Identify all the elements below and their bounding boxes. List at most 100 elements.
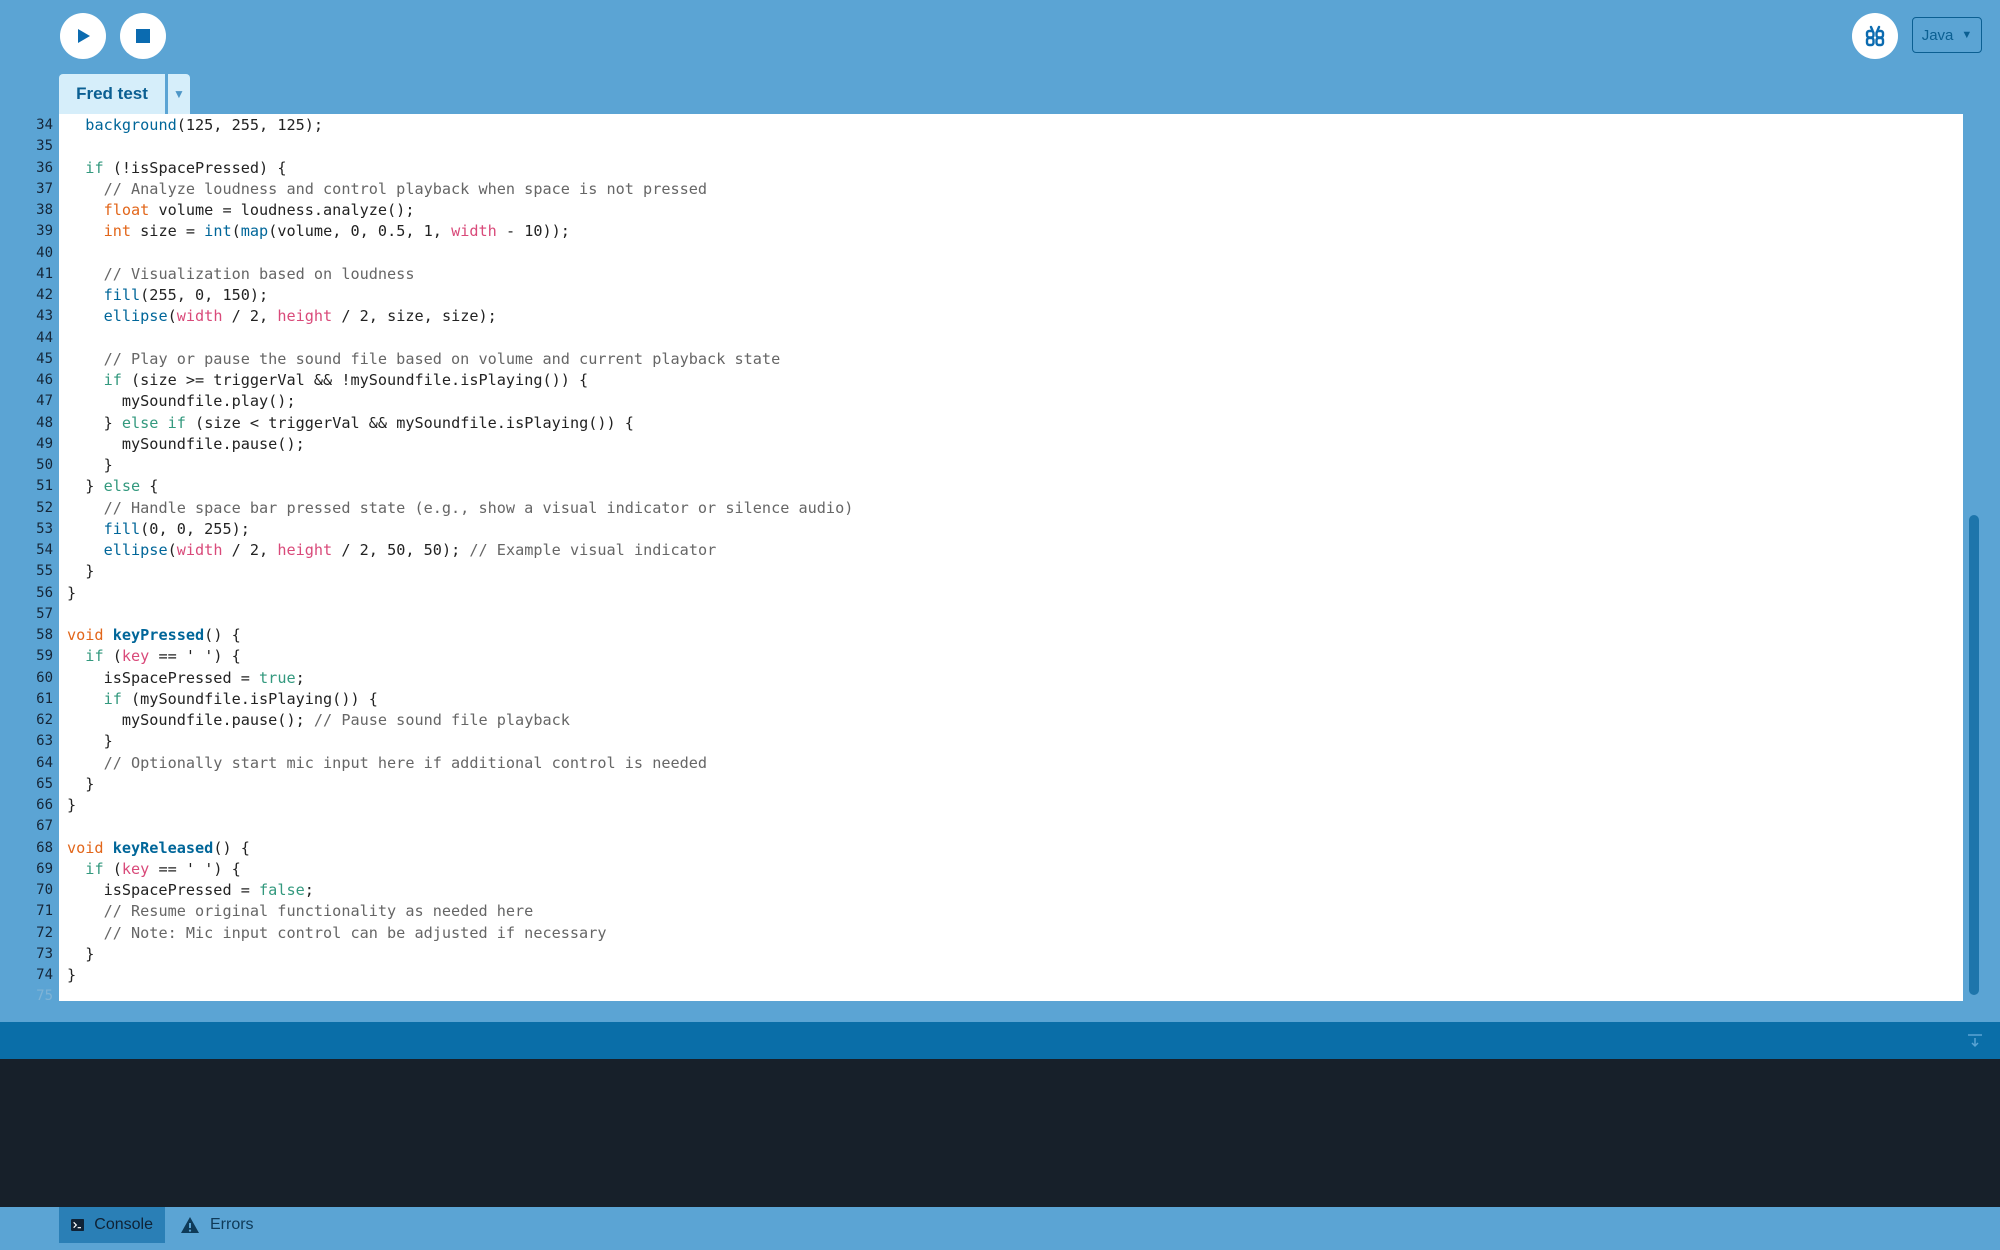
play-icon xyxy=(78,29,90,43)
line-number: 40 xyxy=(36,244,53,261)
code-line[interactable]: } xyxy=(67,774,94,795)
code-line[interactable]: } xyxy=(67,944,94,965)
code-line[interactable]: // Note: Mic input control can be adjust… xyxy=(67,923,607,944)
line-number: 53 xyxy=(36,520,53,537)
stop-button[interactable] xyxy=(120,13,166,59)
warning-icon xyxy=(181,1217,199,1233)
editor-scrollbar-thumb[interactable] xyxy=(1969,515,1979,995)
terminal-icon xyxy=(71,1219,85,1231)
line-number: 47 xyxy=(36,393,53,410)
code-line[interactable]: float volume = loudness.analyze(); xyxy=(67,200,415,221)
code-line[interactable]: ellipse(width / 2, height / 2, size, siz… xyxy=(67,306,497,327)
code-line[interactable]: isSpacePressed = false; xyxy=(67,880,314,901)
line-number: 59 xyxy=(36,648,53,665)
line-number: 67 xyxy=(36,818,53,835)
code-line[interactable]: fill(0, 0, 255); xyxy=(67,519,250,540)
toolbar: Java ▼ xyxy=(0,0,2000,72)
code-line[interactable]: background(125, 255, 125); xyxy=(67,115,323,136)
line-number: 50 xyxy=(36,457,53,473)
debug-button[interactable] xyxy=(1852,13,1898,59)
code-line[interactable]: if (key == ' ') { xyxy=(67,859,240,880)
code-line[interactable]: } xyxy=(67,455,113,476)
line-number: 70 xyxy=(36,882,53,898)
line-number: 72 xyxy=(36,924,53,941)
code-line[interactable]: isSpacePressed = true; xyxy=(67,668,305,689)
line-number: 36 xyxy=(36,159,53,176)
line-number: 54 xyxy=(36,542,53,558)
code-line[interactable]: void keyReleased() { xyxy=(67,838,250,859)
tab-errors-label: Errors xyxy=(210,1216,254,1233)
line-number: 45 xyxy=(36,350,53,367)
tab-label: Fred test xyxy=(76,84,148,103)
line-number: 65 xyxy=(36,775,53,792)
code-line[interactable]: // Resume original functionality as need… xyxy=(67,901,534,922)
bottom-bar xyxy=(0,1207,2000,1250)
line-number: 48 xyxy=(36,414,53,431)
chevron-down-icon: ▼ xyxy=(1961,29,1973,41)
line-number: 58 xyxy=(36,627,53,643)
line-number: 34 xyxy=(36,117,53,133)
line-number: 51 xyxy=(36,478,53,495)
line-number: 52 xyxy=(36,499,53,516)
run-button[interactable] xyxy=(60,13,106,59)
code-line[interactable]: if (size >= triggerVal && !mySoundfile.i… xyxy=(67,370,589,391)
line-number: 42 xyxy=(36,287,53,303)
line-number: 74 xyxy=(36,967,53,983)
code-line[interactable]: ellipse(width / 2, height / 2, 50, 50); … xyxy=(67,540,717,561)
mode-select[interactable]: Java ▼ xyxy=(1912,17,1982,53)
code-line[interactable]: } xyxy=(67,561,94,582)
line-number: 43 xyxy=(36,308,53,325)
code-line[interactable]: // Visualization based on loudness xyxy=(67,264,415,285)
line-number: 44 xyxy=(36,329,53,346)
line-number: 37 xyxy=(36,180,53,197)
code-line[interactable]: } xyxy=(67,583,76,604)
code-line[interactable]: // Handle space bar pressed state (e.g.,… xyxy=(67,498,854,519)
line-number: 61 xyxy=(36,690,53,707)
line-number: 64 xyxy=(36,754,53,771)
stop-icon xyxy=(136,29,150,43)
console-header xyxy=(0,1022,2000,1059)
code-line[interactable]: mySoundfile.pause(); // Pause sound file… xyxy=(67,710,570,731)
tab-console-label: Console xyxy=(94,1216,153,1233)
butterfly-icon xyxy=(1865,25,1885,47)
code-line[interactable]: } else if (size < triggerVal && mySoundf… xyxy=(67,413,634,434)
code-line[interactable]: } else { xyxy=(67,476,158,497)
line-number: 41 xyxy=(36,265,53,282)
tab-menu-button[interactable]: ▼ xyxy=(166,74,190,114)
line-number: 60 xyxy=(36,669,53,686)
line-number: 39 xyxy=(36,223,53,240)
line-number: 66 xyxy=(36,797,53,813)
tab-errors[interactable]: Errors xyxy=(168,1207,274,1243)
code-editor[interactable]: background(125, 255, 125); if (!isSpaceP… xyxy=(59,114,1963,1001)
line-number-gutter: 34 35 36 37 38 39 40 41 42 43 44 45 46 47 48 49 50 51 52 53… xyxy=(0,114,59,1004)
line-number: 63 xyxy=(36,733,53,750)
line-number: 35 xyxy=(36,138,53,155)
line-number: 75 xyxy=(36,988,53,1005)
mode-label: Java xyxy=(1921,26,1954,44)
code-line[interactable]: } xyxy=(67,731,113,752)
line-number: 68 xyxy=(36,839,53,856)
line-number: 73 xyxy=(36,945,53,962)
code-line[interactable]: void keyPressed() { xyxy=(67,625,241,646)
line-number: 62 xyxy=(36,712,53,728)
tab-console[interactable]: Console xyxy=(59,1207,165,1243)
line-number: 57 xyxy=(36,605,53,622)
code-line[interactable]: mySoundfile.play(); xyxy=(67,391,296,412)
line-number: 38 xyxy=(36,202,53,218)
line-number: 46 xyxy=(36,372,53,388)
code-line[interactable]: if (key == ' ') { xyxy=(67,646,240,667)
code-line[interactable]: } xyxy=(67,965,76,986)
code-line[interactable]: // Play or pause the sound file based on… xyxy=(67,349,781,370)
code-line[interactable]: if (!isSpacePressed) { xyxy=(67,158,286,179)
tab-fred-test[interactable]: Fred test xyxy=(59,74,165,114)
code-line[interactable]: mySoundfile.pause(); xyxy=(67,434,305,455)
code-line[interactable]: } xyxy=(67,795,76,816)
code-line[interactable]: fill(255, 0, 150); xyxy=(67,285,269,306)
console-output[interactable] xyxy=(0,1059,2000,1207)
code-line[interactable]: int size = int(map(volume, 0, 0.5, 1, wi… xyxy=(67,221,570,242)
code-line[interactable]: if (mySoundfile.isPlaying()) { xyxy=(67,689,378,710)
line-number: 69 xyxy=(36,860,53,877)
code-line[interactable]: // Analyze loudness and control playback… xyxy=(67,179,707,200)
collapse-arrow-icon[interactable] xyxy=(1964,1030,1986,1052)
code-line[interactable]: // Optionally start mic input here if ad… xyxy=(67,753,707,774)
